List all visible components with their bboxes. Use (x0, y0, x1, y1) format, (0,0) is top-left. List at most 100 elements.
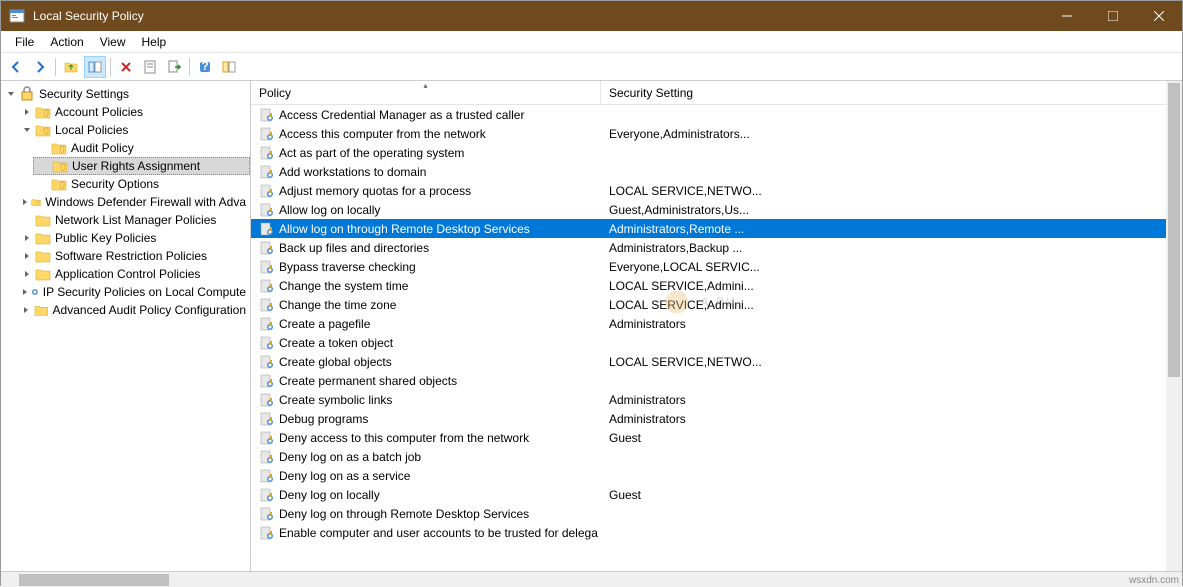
policy-name: Debug programs (279, 412, 368, 426)
policy-icon (259, 240, 275, 256)
list-row[interactable]: Create permanent shared objects (251, 371, 1182, 390)
tree-item[interactable]: IP Security Policies on Local Compute (17, 283, 250, 301)
properties-button[interactable] (139, 56, 161, 78)
list-row[interactable]: Access this computer from the network Ev… (251, 124, 1182, 143)
list-row[interactable]: Change the time zone LOCAL SERVICE,Admin… (251, 295, 1182, 314)
policy-name: Act as part of the operating system (279, 146, 464, 160)
list-row[interactable]: Create symbolic links Administrators (251, 390, 1182, 409)
close-button[interactable] (1136, 1, 1182, 31)
tree-item-label: Application Control Policies (55, 267, 200, 281)
tree-toggle[interactable] (21, 232, 33, 244)
policy-icon (259, 126, 275, 142)
toolbar-separator (55, 58, 56, 76)
svg-text:?: ? (201, 59, 208, 73)
list-row[interactable]: Adjust memory quotas for a process LOCAL… (251, 181, 1182, 200)
list-row[interactable]: Create a token object (251, 333, 1182, 352)
column-header-label: Policy (259, 86, 291, 100)
tree-toggle[interactable] (21, 250, 33, 262)
tree-item[interactable]: Local Policies (17, 121, 250, 139)
list-row[interactable]: Enable computer and user accounts to be … (251, 523, 1182, 542)
policy-name: Create a pagefile (279, 317, 370, 331)
vertical-scrollbar[interactable] (1166, 81, 1182, 571)
list-row[interactable]: Deny log on through Remote Desktop Servi… (251, 504, 1182, 523)
menu-help[interactable]: Help (134, 33, 175, 51)
tree-item[interactable]: Network List Manager Policies (17, 211, 250, 229)
policy-icon (259, 525, 275, 541)
security-setting-value: Guest,Administrators,Us... (609, 203, 749, 217)
list-row[interactable]: Create global objects LOCAL SERVICE,NETW… (251, 352, 1182, 371)
policy-icon (259, 506, 275, 522)
tree-item[interactable]: User Rights Assignment (33, 157, 250, 175)
tree-toggle[interactable] (21, 268, 33, 280)
tree-item[interactable]: Windows Defender Firewall with Adva (17, 193, 250, 211)
column-header-setting[interactable]: Security Setting (601, 81, 1182, 104)
list-row[interactable]: Deny log on locally Guest (251, 485, 1182, 504)
back-button[interactable] (5, 56, 27, 78)
list-row[interactable]: Back up files and directories Administra… (251, 238, 1182, 257)
list-pane[interactable]: ▴ Policy Security Setting Access Credent… (251, 81, 1182, 571)
tree-toggle[interactable] (21, 286, 29, 298)
folder-shield-icon (51, 140, 67, 156)
help-button[interactable]: ? (194, 56, 216, 78)
minimize-button[interactable] (1044, 1, 1090, 31)
list-row[interactable]: Deny access to this computer from the ne… (251, 428, 1182, 447)
list-row[interactable]: Allow log on locally Guest,Administrator… (251, 200, 1182, 219)
folder-shield-icon (52, 158, 68, 174)
policy-name: Change the system time (279, 279, 408, 293)
policy-name: Change the time zone (279, 298, 396, 312)
tree-item[interactable]: Public Key Policies (17, 229, 250, 247)
list-row[interactable]: Add workstations to domain (251, 162, 1182, 181)
list-row[interactable]: Debug programs Administrators (251, 409, 1182, 428)
folder-shield-icon (51, 176, 67, 192)
policy-icon (259, 259, 275, 275)
tree-toggle[interactable] (21, 106, 33, 118)
export-button[interactable] (163, 56, 185, 78)
tree-pane[interactable]: Security Settings Account Policies Local… (1, 81, 251, 571)
policy-name: Deny log on as a batch job (279, 450, 421, 464)
menu-file[interactable]: File (7, 33, 42, 51)
tree-item-label: Security Options (71, 177, 159, 191)
list-row[interactable]: Bypass traverse checking Everyone,LOCAL … (251, 257, 1182, 276)
list-row[interactable]: Create a pagefile Administrators (251, 314, 1182, 333)
refresh-button[interactable] (218, 56, 240, 78)
menu-action[interactable]: Action (42, 33, 91, 51)
tree-item[interactable]: Security Settings (1, 85, 250, 103)
delete-button[interactable] (115, 56, 137, 78)
tree-item[interactable]: Account Policies (17, 103, 250, 121)
policy-icon (259, 316, 275, 332)
scrollbar-thumb[interactable] (1168, 83, 1180, 377)
security-settings-icon (19, 86, 35, 102)
show-hide-tree-button[interactable] (84, 56, 106, 78)
tree-toggle[interactable] (5, 88, 17, 100)
tree-item[interactable]: Application Control Policies (17, 265, 250, 283)
column-header-policy[interactable]: ▴ Policy (251, 81, 601, 104)
policy-name: Bypass traverse checking (279, 260, 416, 274)
tree-toggle[interactable] (21, 124, 33, 136)
maximize-button[interactable] (1090, 1, 1136, 31)
list-row[interactable]: Access Credential Manager as a trusted c… (251, 105, 1182, 124)
tree-horizontal-scrollbar[interactable] (1, 572, 251, 587)
up-button[interactable] (60, 56, 82, 78)
tree-item[interactable]: Advanced Audit Policy Configuration (17, 301, 250, 319)
menu-bar: File Action View Help (1, 31, 1182, 53)
policy-icon (259, 278, 275, 294)
tree-item[interactable]: Security Options (33, 175, 250, 193)
list-row[interactable]: Allow log on through Remote Desktop Serv… (251, 219, 1182, 238)
tree-toggle[interactable] (21, 304, 32, 316)
tree-item[interactable]: Audit Policy (33, 139, 250, 157)
security-setting-value: LOCAL SERVICE,Admini... (609, 279, 754, 293)
policy-icon (259, 164, 275, 180)
folder-icon (35, 266, 51, 282)
tree-item[interactable]: Software Restriction Policies (17, 247, 250, 265)
policy-name: Access this computer from the network (279, 127, 486, 141)
list-row[interactable]: Deny log on as a service (251, 466, 1182, 485)
list-row[interactable]: Deny log on as a batch job (251, 447, 1182, 466)
forward-button[interactable] (29, 56, 51, 78)
tree-toggle[interactable] (21, 196, 29, 208)
menu-view[interactable]: View (92, 33, 134, 51)
tree-spacer (37, 178, 49, 190)
list-row[interactable]: Change the system time LOCAL SERVICE,Adm… (251, 276, 1182, 295)
list-row[interactable]: Act as part of the operating system (251, 143, 1182, 162)
scrollbar-thumb[interactable] (19, 574, 169, 586)
policy-name: Access Credential Manager as a trusted c… (279, 108, 524, 122)
